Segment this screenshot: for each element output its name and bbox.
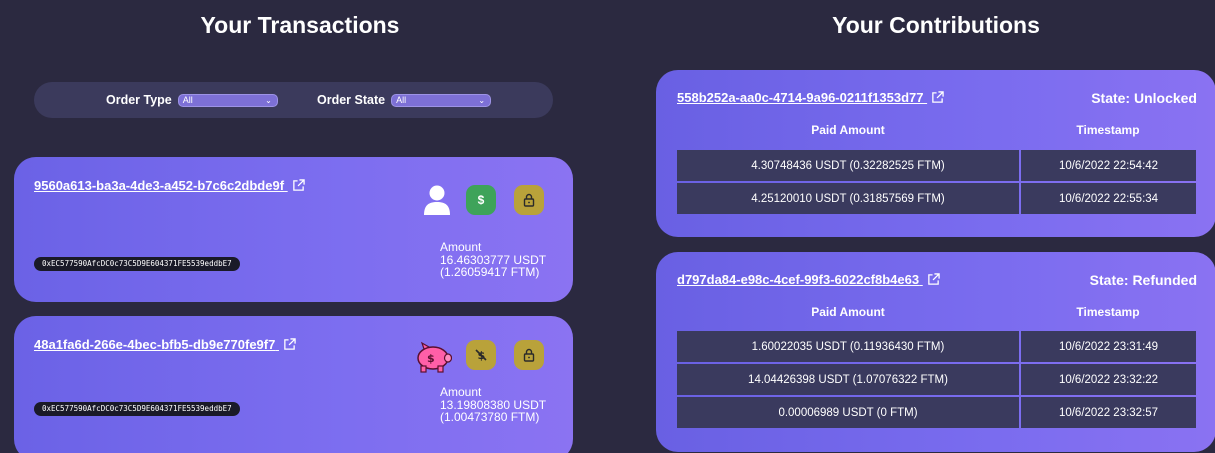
contribution-table: 1.60022035 USDT (0.11936430 FTM) 10/6/20… xyxy=(677,331,1196,430)
contribution-card: 558b252a-aa0c-4714-9a96-0211f1353d77 Sta… xyxy=(656,70,1215,237)
external-link-icon xyxy=(284,338,296,350)
transaction-id: 9560a613-ba3a-4de3-a452-b7c6c2dbde9f xyxy=(34,178,285,193)
timestamp-cell: 10/6/2022 23:32:57 xyxy=(1021,397,1196,428)
amount-label: Amount xyxy=(440,240,482,254)
contribution-card: d797da84-e98c-4cef-99f3-6022cf8b4e63 Sta… xyxy=(656,252,1215,452)
timestamp-cell: 10/6/2022 23:32:22 xyxy=(1021,364,1196,395)
order-state-select[interactable]: All ⌄ xyxy=(391,93,492,107)
transaction-id-link[interactable]: 9560a613-ba3a-4de3-a452-b7c6c2dbde9f xyxy=(34,178,305,193)
transaction-id: 48a1fa6d-266e-4bec-bfb5-db9e770fe9f7 xyxy=(34,337,276,352)
timestamp-cell: 10/6/2022 22:54:42 xyxy=(1021,150,1196,181)
transaction-card: 48a1fa6d-266e-4bec-bfb5-db9e770fe9f7 $ $… xyxy=(14,316,573,453)
order-state-label: Order State xyxy=(317,93,386,107)
external-link-icon xyxy=(932,91,944,103)
paid-amount-header: Paid Amount xyxy=(811,123,885,137)
transaction-id-link[interactable]: 48a1fa6d-266e-4bec-bfb5-db9e770fe9f7 xyxy=(34,337,296,352)
contribution-state: State: Unlocked xyxy=(1091,90,1197,106)
lock-icon xyxy=(523,193,535,207)
order-state-filter: Order State All ⌄ xyxy=(317,82,492,118)
table-row: 4.25120010 USDT (0.31857569 FTM) 10/6/20… xyxy=(677,183,1196,214)
timestamp-cell: 10/6/2022 23:31:49 xyxy=(1021,331,1196,362)
amount-ftm: (1.26059417 FTM) xyxy=(440,265,540,279)
external-link-icon xyxy=(927,273,940,285)
chevron-down-icon: ⌄ xyxy=(478,95,486,105)
timestamp-header: Timestamp xyxy=(1076,123,1140,137)
amount-label: Amount xyxy=(440,385,482,399)
contributions-title: Your Contributions xyxy=(832,12,1040,38)
paid-amount-cell: 1.60022035 USDT (0.11936430 FTM) xyxy=(677,331,1019,362)
transactions-title: Your Transactions xyxy=(200,12,400,38)
order-type-select[interactable]: All ⌄ xyxy=(177,93,278,107)
timestamp-header: Timestamp xyxy=(1076,305,1140,319)
lock-button[interactable] xyxy=(514,340,544,370)
dollar-icon: $ xyxy=(477,193,485,207)
contribution-id-link[interactable]: d797da84-e98c-4cef-99f3-6022cf8b4e63 xyxy=(677,272,940,287)
svg-text:$: $ xyxy=(427,352,435,365)
contribution-id: d797da84-e98c-4cef-99f3-6022cf8b4e63 xyxy=(677,272,920,287)
paid-amount-cell: 4.30748436 USDT (0.32282525 FTM) xyxy=(677,150,1019,181)
order-type-value: All xyxy=(182,94,193,105)
contribution-id-link[interactable]: 558b252a-aa0c-4714-9a96-0211f1353d77 xyxy=(677,90,944,105)
order-type-label: Order Type xyxy=(106,93,172,107)
filter-bar: Order Type All ⌄ Order State All ⌄ xyxy=(34,82,553,118)
table-row: 1.60022035 USDT (0.11936430 FTM) 10/6/20… xyxy=(677,331,1196,362)
table-row: 14.04426398 USDT (1.07076322 FTM) 10/6/2… xyxy=(677,364,1196,395)
paid-amount-cell: 4.25120010 USDT (0.31857569 FTM) xyxy=(677,183,1019,214)
paid-amount-cell: 0.00006989 USDT (0 FTM) xyxy=(677,397,1019,428)
paid-amount-cell: 14.04426398 USDT (1.07076322 FTM) xyxy=(677,364,1019,395)
contribution-table: 4.30748436 USDT (0.32282525 FTM) 10/6/20… xyxy=(677,150,1196,216)
table-row: 0.00006989 USDT (0 FTM) 10/6/2022 23:32:… xyxy=(677,397,1196,428)
paid-amount-header: Paid Amount xyxy=(811,305,885,319)
contribution-state: State: Refunded xyxy=(1089,272,1197,288)
pay-button[interactable]: $ xyxy=(466,185,496,215)
piggy-bank-icon: $ xyxy=(417,341,452,373)
wallet-address: 0xEC577590AfcDC0c73C5D9E604371FE5539eddb… xyxy=(34,402,240,416)
chevron-down-icon: ⌄ xyxy=(265,95,272,105)
transaction-card: 9560a613-ba3a-4de3-a452-b7c6c2dbde9f $ 0… xyxy=(14,157,573,302)
order-type-filter: Order Type All ⌄ xyxy=(106,82,278,118)
amount-ftm: (1.00473780 FTM) xyxy=(440,410,540,424)
table-row: 4.30748436 USDT (0.32282525 FTM) 10/6/20… xyxy=(677,150,1196,181)
person-icon xyxy=(424,185,450,215)
no-dollar-button[interactable]: $ xyxy=(466,340,496,370)
wallet-address: 0xEC577590AfcDC0c73C5D9E604371FE5539eddb… xyxy=(34,257,240,271)
lock-icon xyxy=(523,348,535,362)
amount-block: Amount 13.19808380 USDT (1.00473780 FTM) xyxy=(440,386,546,424)
contribution-id: 558b252a-aa0c-4714-9a96-0211f1353d77 xyxy=(677,90,924,105)
timestamp-cell: 10/6/2022 22:55:34 xyxy=(1021,183,1196,214)
no-dollar-icon: $ xyxy=(475,349,487,362)
amount-block: Amount 16.46303777 USDT (1.26059417 FTM) xyxy=(440,241,546,279)
lock-button[interactable] xyxy=(514,185,544,215)
external-link-icon xyxy=(292,179,305,191)
order-state-value: All xyxy=(396,94,407,105)
